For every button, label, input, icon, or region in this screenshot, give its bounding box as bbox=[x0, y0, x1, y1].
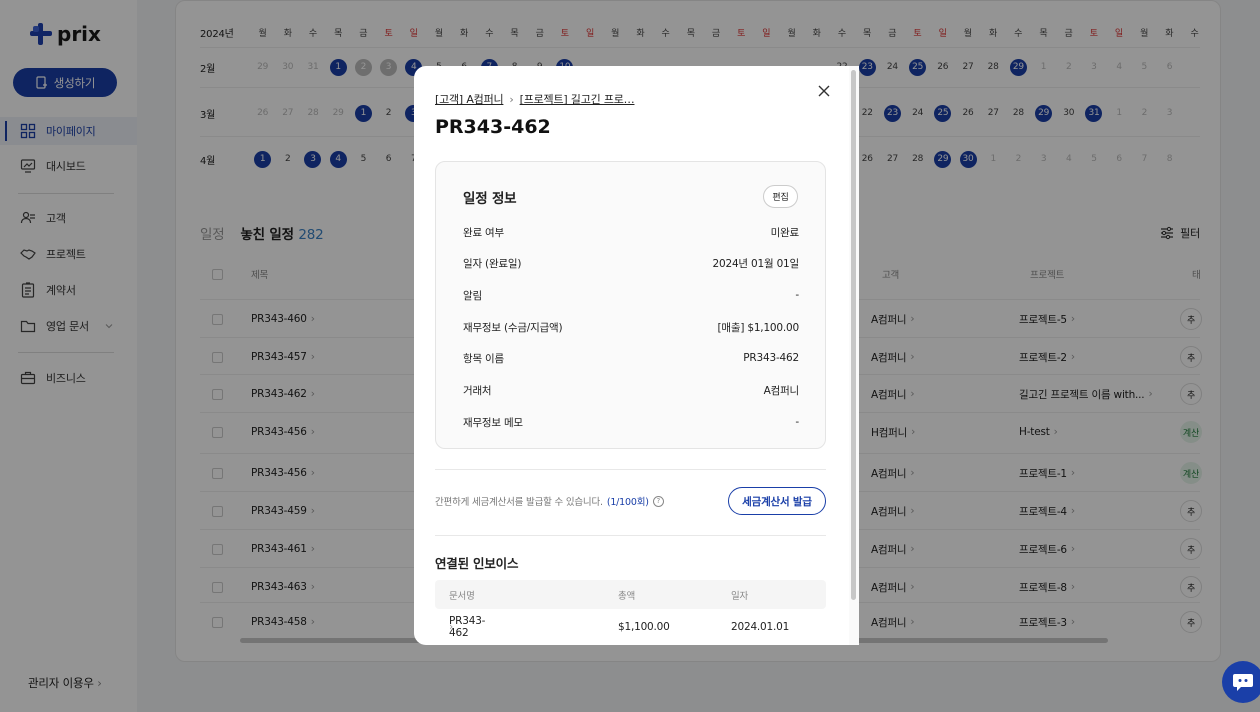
breadcrumb: [고객] A컴퍼니 › [프로젝트] 길고긴 프로… bbox=[435, 91, 635, 107]
breadcrumb-customer[interactable]: [고객] A컴퍼니 bbox=[435, 91, 504, 107]
info-row: 알림 - bbox=[463, 285, 799, 305]
tax-invoice-hint: 간편하게 세금계산서를 발급할 수 있습니다. (1/100회) ? bbox=[435, 494, 664, 508]
invoice-amount: $1,100.00 bbox=[618, 620, 670, 633]
linked-invoices-title: 연결된 인보이스 bbox=[435, 556, 519, 571]
info-label: 완료 여부 bbox=[463, 226, 504, 239]
tax-hint-text: 간편하게 세금계산서를 발급할 수 있습니다. bbox=[435, 497, 603, 508]
schedule-detail-modal: [고객] A컴퍼니 › [프로젝트] 길고긴 프로… PR343-462 일정 … bbox=[414, 66, 859, 645]
info-label: 재무정보 (수금/지급액) bbox=[463, 321, 563, 334]
info-label: 일자 (완료일) bbox=[463, 257, 522, 270]
breadcrumb-project[interactable]: [프로젝트] 길고긴 프로… bbox=[520, 91, 635, 107]
info-row: 일자 (완료일) 2024년 01월 01일 bbox=[463, 253, 799, 273]
info-value: 2024년 01월 01일 bbox=[712, 257, 800, 270]
invoice-table-header: 문서명 총액 일자 bbox=[435, 580, 826, 609]
info-row: 거래처 A컴퍼니 bbox=[463, 380, 799, 400]
help-icon[interactable]: ? bbox=[652, 495, 664, 507]
invoice-date: 2024.01.01 bbox=[731, 620, 790, 633]
info-row: 재무정보 (수금/지급액) [매출] $1,100.00 bbox=[463, 317, 799, 337]
invoice-column-amount: 총액 bbox=[618, 590, 636, 602]
invoice-column-date: 일자 bbox=[731, 590, 749, 602]
card-title: 일정 정보 bbox=[463, 191, 517, 207]
schedule-info-card: 일정 정보 편집 완료 여부 미완료일자 (완료일) 2024년 01월 01일알림… bbox=[435, 161, 826, 449]
info-label: 재무정보 메모 bbox=[463, 416, 523, 429]
info-value: 미완료 bbox=[770, 226, 800, 239]
issue-tax-invoice-button[interactable]: 세금계산서 발급 bbox=[728, 487, 826, 515]
info-label: 항목 이름 bbox=[463, 352, 504, 365]
invoice-row[interactable]: PR343-462 › $1,100.00 2024.01.01 bbox=[435, 612, 826, 641]
info-value: [매출] $1,100.00 bbox=[717, 321, 800, 334]
info-value: A컴퍼니 bbox=[763, 384, 800, 397]
chat-button[interactable] bbox=[1222, 661, 1260, 703]
info-label: 거래처 bbox=[463, 384, 492, 397]
info-label: 알림 bbox=[463, 289, 482, 302]
info-row: 항목 이름 PR343-462 bbox=[463, 348, 799, 368]
section-divider bbox=[435, 535, 826, 536]
section-divider bbox=[435, 469, 826, 470]
edit-button[interactable]: 편집 bbox=[763, 185, 798, 208]
modal-scrollbar[interactable] bbox=[851, 70, 856, 600]
invoice-column-name: 문서명 bbox=[449, 590, 475, 602]
chevron-right-icon: › bbox=[509, 92, 514, 106]
info-value: - bbox=[795, 289, 799, 301]
chat-icon bbox=[1233, 674, 1253, 691]
modal-title: PR343-462 bbox=[435, 116, 551, 138]
info-value: - bbox=[795, 416, 799, 428]
invoice-name-text: PR343-462 bbox=[449, 614, 486, 639]
chevron-right-icon: › bbox=[449, 620, 453, 633]
info-row: 재무정보 메모 - bbox=[463, 412, 799, 432]
tax-quota: (1/100회) bbox=[606, 497, 649, 508]
close-icon[interactable] bbox=[817, 84, 831, 98]
info-row: 완료 여부 미완료 bbox=[463, 222, 799, 242]
info-value: PR343-462 bbox=[743, 352, 799, 364]
